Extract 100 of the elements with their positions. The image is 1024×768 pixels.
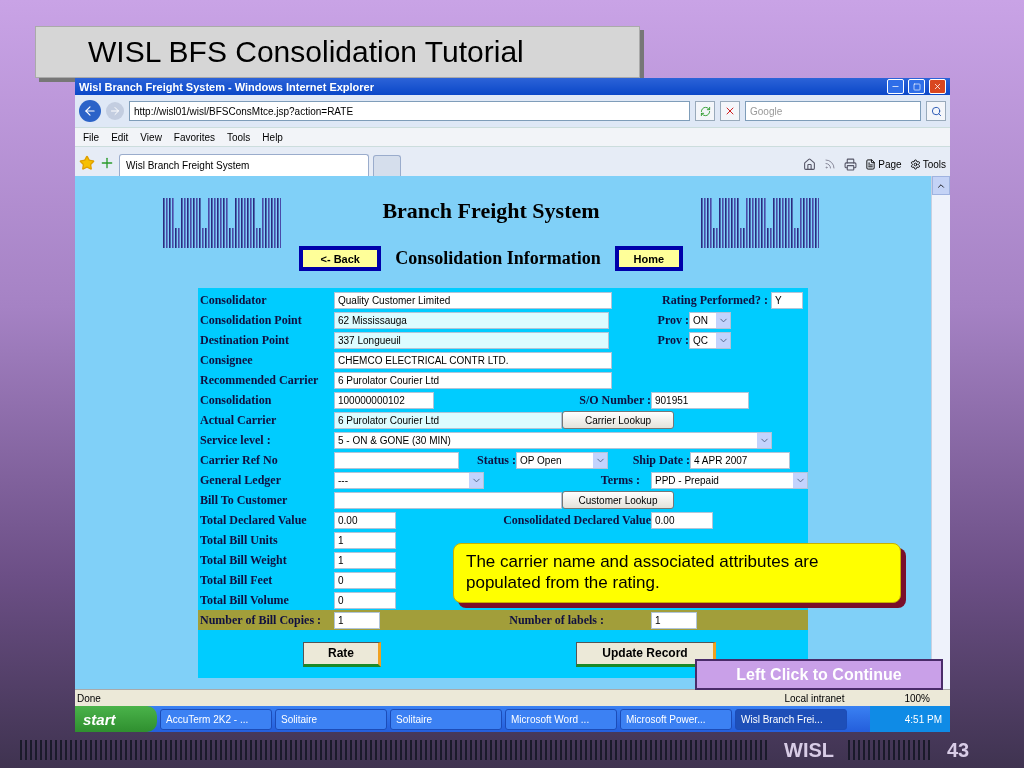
text-field[interactable]: 901951 <box>651 391 749 409</box>
add-favorite-icon[interactable] <box>99 155 115 171</box>
new-tab-button[interactable] <box>373 155 401 176</box>
search-icon[interactable] <box>926 101 946 121</box>
text-field[interactable]: Quality Customer Limited <box>334 291 612 309</box>
back-button[interactable]: <- Back <box>299 246 382 271</box>
minimize-icon[interactable] <box>887 79 904 94</box>
close-icon[interactable] <box>929 79 946 94</box>
page-number: 43 <box>947 738 970 762</box>
taskbar-item[interactable]: Microsoft Power... <box>620 708 732 730</box>
window-title: Wisl Branch Freight System - Windows Internet Explorer <box>79 80 376 93</box>
text-field[interactable]: 0 <box>334 571 396 589</box>
text-field[interactable]: 0.00 <box>334 511 396 529</box>
forward-icon[interactable] <box>106 102 124 120</box>
refresh-icon[interactable] <box>695 101 715 121</box>
update-record-button[interactable]: Update Record <box>576 641 716 667</box>
text-field[interactable]: 62 Mississauga <box>334 311 609 329</box>
home-button[interactable]: Home <box>614 246 683 271</box>
menu-item[interactable]: Tools <box>221 131 257 143</box>
home-icon[interactable] <box>803 157 817 171</box>
dropdown-field[interactable]: --- <box>334 471 484 489</box>
menu-item[interactable]: Edit <box>105 131 135 143</box>
text-field[interactable]: 337 Longueuil <box>334 331 609 349</box>
lookup-button[interactable]: Carrier Lookup <box>562 411 674 429</box>
text-field[interactable]: 6 Purolator Courier Ltd <box>334 411 562 429</box>
field-label: Number of labels : <box>508 612 604 628</box>
dropdown-field[interactable]: PPD - Prepaid <box>651 471 808 489</box>
page-heading: Branch Freight System <box>382 198 600 225</box>
field-label: Total Declared Value <box>200 512 308 528</box>
taskbar-item[interactable]: Solitaire <box>275 708 387 730</box>
field-label: Total Bill Volume <box>200 592 290 608</box>
browser-tab[interactable]: Wisl Branch Freight System <box>119 154 369 176</box>
text-field[interactable]: 0.00 <box>651 511 713 529</box>
text-field[interactable]: Y <box>771 291 803 309</box>
field-label: Total Bill Units <box>200 532 279 548</box>
field-label: Consolidation Point <box>200 312 303 328</box>
text-field[interactable]: 1 <box>334 551 396 569</box>
menu-item[interactable]: Help <box>256 131 289 143</box>
text-field[interactable]: 1 <box>334 531 396 549</box>
clock: 4:51 PM <box>904 713 942 725</box>
text-field[interactable]: 0 <box>334 591 396 609</box>
field-label: Terms : <box>599 472 640 488</box>
field-label: Consolidation <box>200 392 273 408</box>
field-label: Actual Carrier <box>200 412 278 428</box>
address-field[interactable]: http://wisl01/wisl/BFSConsMtce.jsp?action=RATE <box>129 101 690 121</box>
field-label: General Ledger <box>200 472 282 488</box>
field-label: Rating Performed? : <box>661 292 768 308</box>
menu-item[interactable]: Favorites <box>167 131 221 143</box>
field-label: Total Bill Weight <box>200 552 288 568</box>
print-icon[interactable] <box>844 157 858 171</box>
field-label: Destination Point <box>200 332 290 348</box>
field-label: Consignee <box>200 352 254 368</box>
field-label: Number of Bill Copies : <box>200 612 323 628</box>
zoom-text[interactable]: 100% <box>904 692 930 704</box>
taskbar-item[interactable]: Solitaire <box>390 708 502 730</box>
field-label: Bill To Customer <box>200 492 289 508</box>
page-subheading: Consolidation Information <box>395 248 601 269</box>
zone-text: Local intranet <box>784 692 845 704</box>
favorites-star-icon[interactable] <box>79 155 95 171</box>
feeds-icon[interactable] <box>824 158 837 170</box>
text-field[interactable]: 1 <box>651 611 697 629</box>
field-label: Recommended Carrier <box>200 372 320 388</box>
scroll-up-button[interactable] <box>932 176 950 195</box>
rate-button[interactable]: Rate <box>303 641 381 667</box>
stop-icon[interactable] <box>720 101 740 121</box>
dropdown-field[interactable]: OP Open <box>516 451 608 469</box>
field-label: Ship Date : <box>631 452 690 468</box>
lookup-button[interactable]: Customer Lookup <box>562 491 674 509</box>
footer-brand: WISL <box>784 738 834 762</box>
status-text: Done <box>77 692 101 704</box>
dropdown-field[interactable]: ON <box>689 311 731 329</box>
page-menu[interactable]: Page <box>865 158 902 170</box>
dropdown-field[interactable]: QC <box>689 331 731 349</box>
field-label: Status : <box>476 452 516 468</box>
scrollbar[interactable] <box>931 176 950 689</box>
menu-item[interactable]: File <box>77 131 106 143</box>
field-label: S/O Number : <box>578 392 651 408</box>
tools-menu[interactable]: Tools <box>909 158 946 170</box>
field-label: Prov : <box>656 312 689 328</box>
menu-item[interactable]: View <box>134 131 168 143</box>
field-label: Consolidator <box>200 292 268 308</box>
field-label: Carrier Ref No <box>200 452 279 468</box>
dropdown-field[interactable]: 5 - ON & GONE (30 MIN) <box>334 431 772 449</box>
field-label: Prov : <box>656 332 689 348</box>
text-field[interactable]: 1 <box>334 611 380 629</box>
text-field[interactable]: CHEMCO ELECTRICAL CONTR LTD. <box>334 351 612 369</box>
field-label: Service level : <box>200 432 272 448</box>
gear-icon <box>909 158 921 170</box>
taskbar-item[interactable]: Microsoft Word ... <box>505 708 617 730</box>
text-field[interactable] <box>334 491 562 509</box>
text-field[interactable]: 4 APR 2007 <box>690 451 790 469</box>
back-icon[interactable] <box>79 100 101 122</box>
taskbar-item[interactable]: Wisl Branch Frei... <box>735 708 847 730</box>
maximize-icon[interactable] <box>908 79 925 94</box>
text-field[interactable] <box>334 451 459 469</box>
field-label: Consolidated Declared Value <box>502 512 651 528</box>
text-field[interactable]: 100000000102 <box>334 391 434 409</box>
text-field[interactable]: 6 Purolator Courier Ltd <box>334 371 612 389</box>
taskbar-item[interactable]: AccuTerm 2K2 - ... <box>160 708 272 730</box>
field-label: Total Bill Feet <box>200 572 274 588</box>
